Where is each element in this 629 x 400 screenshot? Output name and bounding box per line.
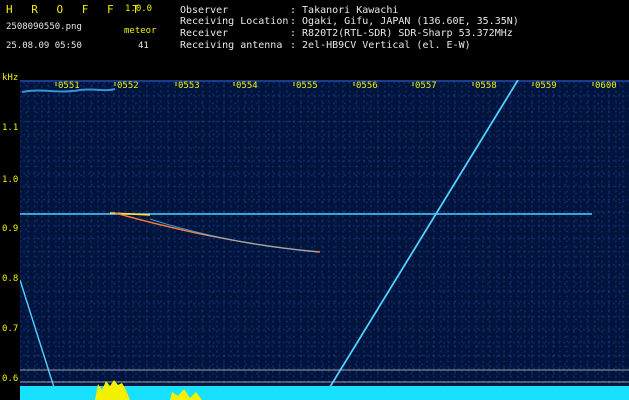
receiver-label: Receiver — [180, 28, 229, 39]
x-tick-label: 0558 — [475, 81, 497, 91]
x-tick-label: 0556 — [356, 81, 378, 91]
antenna-label: Receiving antenna — [180, 40, 283, 51]
observer-value: : Takanori Kawachi — [290, 5, 399, 16]
signal-burst-peak — [95, 380, 130, 400]
x-tick-label: 0559 — [535, 81, 557, 91]
spectrogram-svg — [20, 80, 629, 400]
file-datetime: 25.08.09 05:50 — [6, 41, 82, 51]
y-tick-label: 1.1 — [2, 123, 19, 133]
meteor-trace — [114, 212, 321, 253]
x-tick-label: 0554 — [236, 81, 258, 91]
x-tick-label: 0551 — [58, 81, 80, 91]
app-version: 1.0.0 — [125, 4, 153, 14]
meteor-count: 41 — [138, 41, 149, 51]
y-tick-label: 0.6 — [2, 374, 19, 384]
aircraft-scatter-line — [321, 80, 519, 400]
y-tick-label: 0.8 — [2, 274, 19, 284]
y-tick-label: 0.7 — [2, 324, 19, 334]
antenna-value: : 2el-HB9CV Vertical (el. E-W) — [290, 40, 471, 51]
x-tick-label: 0552 — [117, 81, 139, 91]
location-label: Receiving Location — [180, 16, 289, 27]
meteor-trace-tail — [149, 218, 319, 253]
x-tick-label: 0553 — [178, 81, 200, 91]
spectrogram-screen: H R O F F T 1.0.0 2508090550.png meteor … — [0, 0, 629, 400]
x-tick-label: 0555 — [296, 81, 318, 91]
y-unit-label: kHz — [2, 73, 19, 83]
spectrogram-plot: 0551 0552 0553 0554 0555 0556 0557 0558 0559 0600 — [20, 80, 629, 400]
x-tick-label: 0600 — [595, 81, 617, 91]
observer-label: Observer — [180, 5, 229, 16]
y-tick-label: 0.9 — [2, 224, 19, 234]
receiver-value: : R820T2(RTL-SDR) SDR-Sharp 53.372MHz — [290, 28, 513, 39]
y-tick-label: 1.0 — [2, 175, 19, 185]
file-name: 2508090550.png — [6, 22, 82, 32]
meteor-label: meteor — [124, 26, 157, 36]
location-value: : Ogaki, Gifu, JAPAN (136.60E, 35.35N) — [290, 16, 519, 27]
x-tick-label: 0557 — [415, 81, 437, 91]
